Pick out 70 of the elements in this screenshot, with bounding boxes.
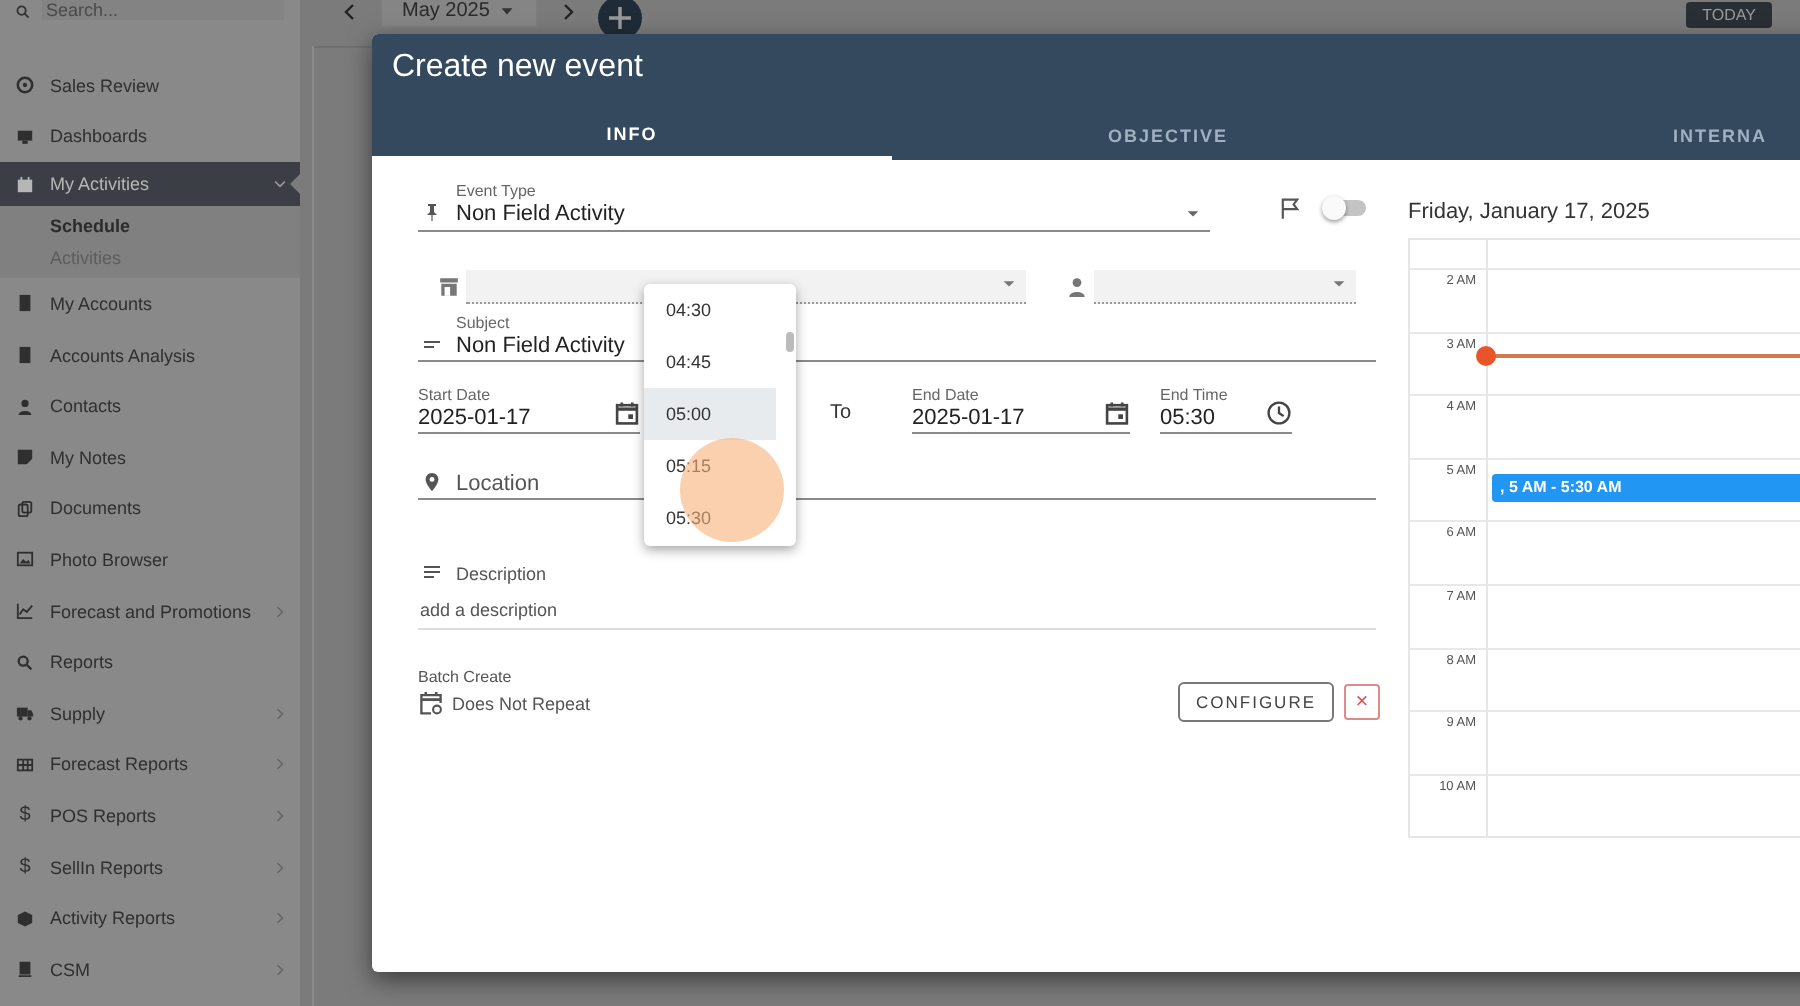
sidebar-item[interactable]: Sales Review xyxy=(0,60,300,112)
sidebar-item[interactable]: Dashboards xyxy=(0,111,300,163)
calendar-event[interactable]: , 5 AM - 5:30 AM xyxy=(1492,473,1800,502)
truck-icon xyxy=(16,704,34,723)
monitor-icon xyxy=(16,127,34,146)
location-pin-icon xyxy=(422,472,442,492)
sidebar-item[interactable]: My Activities xyxy=(0,162,300,207)
previous-icon[interactable] xyxy=(340,2,360,22)
dialog-title: Create new event xyxy=(390,48,645,86)
doc-icon xyxy=(16,499,34,518)
to-label: To xyxy=(830,402,854,424)
calendar-repeat-icon xyxy=(418,690,444,716)
tab[interactable]: INFO xyxy=(372,110,892,160)
person-icon xyxy=(16,397,34,416)
sidebar-item[interactable]: Supply xyxy=(0,687,300,740)
sidebar-item[interactable]: CSM xyxy=(0,943,300,995)
submenu-item[interactable]: Schedule xyxy=(0,210,300,243)
caret-icon xyxy=(497,2,516,20)
sidebar-item[interactable]: $ POS Reports xyxy=(0,790,300,842)
sidebar-item[interactable]: Reports xyxy=(0,636,300,688)
sidebar-item[interactable]: Documents xyxy=(0,483,300,535)
month-select[interactable]: May 2025 xyxy=(380,0,538,28)
person-icon xyxy=(1066,275,1088,297)
calendar-date: Friday, January 17, 2025 xyxy=(1408,200,1652,224)
end-time-field[interactable]: End Time 05:30 xyxy=(1160,386,1292,434)
building-icon xyxy=(16,346,34,365)
toggle-switch[interactable] xyxy=(1326,199,1366,215)
tab[interactable]: INTERNA xyxy=(1444,110,1800,160)
gauge-icon xyxy=(16,76,34,95)
today-button[interactable]: TODAY xyxy=(1686,1,1772,27)
event-type-select[interactable]: Event Type Non Field Activity xyxy=(418,182,1210,232)
sidebar-item[interactable]: Accounts Analysis xyxy=(0,329,300,381)
pin-icon xyxy=(422,202,442,222)
image-icon xyxy=(16,550,34,569)
start-date-field[interactable]: Start Date 2025-01-17 xyxy=(418,386,640,434)
building-icon xyxy=(16,294,34,313)
book-icon xyxy=(16,960,34,979)
tab[interactable]: OBJECTIVE xyxy=(892,110,1444,160)
batch-create-label: Batch Create xyxy=(418,668,514,686)
description-input[interactable]: add a description xyxy=(418,600,1376,630)
sidebar-item[interactable]: Contacts xyxy=(0,380,300,432)
flag-icon xyxy=(1278,195,1302,219)
store-icon xyxy=(438,275,460,297)
configure-button[interactable]: CONFIGURE xyxy=(1178,682,1334,722)
time-option[interactable]: 05:00 xyxy=(644,388,776,440)
search-icon xyxy=(16,653,34,672)
sidebar-item[interactable]: Activity Reports xyxy=(0,892,300,944)
calendar-icon[interactable] xyxy=(614,400,640,426)
remove-button[interactable]: × xyxy=(1344,684,1380,720)
end-date-field[interactable]: End Date 2025-01-17 xyxy=(912,386,1130,434)
grid-icon xyxy=(16,755,34,774)
search-field[interactable]: Search... xyxy=(42,0,284,20)
sidebar-item[interactable]: My Notes xyxy=(0,431,300,484)
description-label: Description xyxy=(456,564,547,584)
sidebar-item[interactable]: My Accounts xyxy=(0,278,300,330)
sidebar-item[interactable]: Photo Browser xyxy=(0,534,300,586)
sidebar-item[interactable]: Forecast and Promotions xyxy=(0,585,300,637)
sidebar-item[interactable]: $ SellIn Reports xyxy=(0,841,300,893)
sidebar-item[interactable]: Forecast Reports xyxy=(0,739,300,791)
time-option[interactable]: 05:30 xyxy=(644,492,776,544)
notes-icon xyxy=(422,562,442,582)
calendar-icon xyxy=(16,175,34,194)
chart-icon xyxy=(16,602,34,621)
search-icon xyxy=(16,4,30,20)
box-icon xyxy=(16,909,34,928)
clock-icon[interactable] xyxy=(1266,400,1292,426)
repeat-value: Does Not Repeat xyxy=(452,693,591,713)
calendar-icon[interactable] xyxy=(1104,400,1130,426)
scrollbar[interactable] xyxy=(786,332,794,352)
note-icon xyxy=(16,448,34,467)
